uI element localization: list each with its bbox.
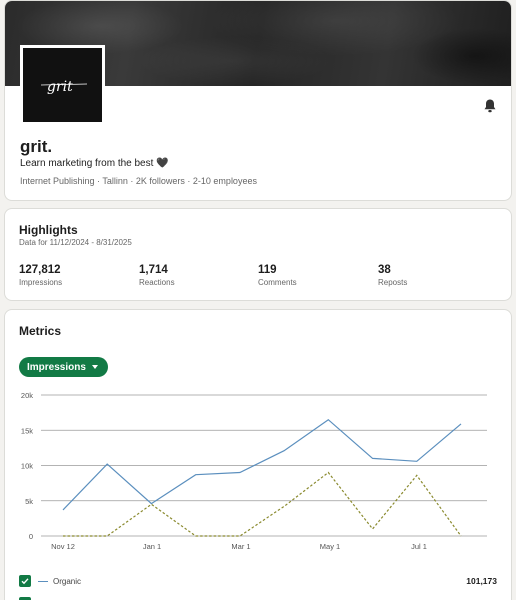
- legend-row-next: [19, 594, 497, 600]
- x-tick-label: Jan 1: [143, 542, 161, 551]
- impressions-line-chart: 0 5k 10k 15k 20k Nov 12 Jan 1 Mar 1 May 1 Jul 1: [21, 391, 487, 551]
- stat-label: Reposts: [378, 278, 408, 287]
- legend-row-organic: Organic 101,173: [19, 572, 497, 590]
- y-tick-label: 10k: [21, 462, 33, 471]
- company-profile-card: grit grit. Learn marketing from the best…: [4, 0, 512, 201]
- metrics-card: Metrics Impressions 0 5k 10k 15k 20k Nov 12 Ja…: [4, 309, 512, 600]
- company-logo[interactable]: grit: [20, 45, 105, 125]
- company-tagline: Learn marketing from the best 🖤: [20, 158, 169, 169]
- legend-total-organic: 101,173: [466, 576, 497, 586]
- x-tick-label: Mar 1: [231, 542, 250, 551]
- metric-dropdown[interactable]: Impressions: [19, 357, 108, 377]
- y-tick-label: 20k: [21, 391, 33, 400]
- metric-dropdown-label: Impressions: [27, 361, 86, 373]
- stat-comments: 119 Comments: [258, 264, 297, 287]
- stat-value: 38: [378, 264, 391, 276]
- checkbox-organic[interactable]: [19, 575, 31, 587]
- grit-wordmark: grit: [40, 79, 87, 95]
- company-meta: Internet Publishing · Tallinn · 2K follo…: [20, 176, 257, 186]
- metrics-title: Metrics: [19, 324, 62, 338]
- x-tick-label: May 1: [320, 542, 340, 551]
- legend-label-organic: Organic: [53, 576, 82, 586]
- stat-impressions: 127,812 Impressions: [19, 264, 62, 287]
- highlights-card: Highlights Data for 11/12/2024 - 8/31/20…: [4, 208, 512, 301]
- stat-reactions: 1,714 Reactions: [139, 264, 175, 287]
- highlights-date-range: Data for 11/12/2024 - 8/31/2025: [19, 238, 132, 247]
- stat-label: Reactions: [139, 278, 175, 287]
- y-tick-label: 5k: [25, 497, 33, 506]
- series-line-dashed: [63, 471, 462, 537]
- y-tick-label: 15k: [21, 426, 33, 435]
- legend-swatch-organic: [38, 580, 48, 582]
- stat-value: 127,812: [19, 264, 61, 276]
- logo-mark: grit: [23, 48, 102, 122]
- svg-text:grit: grit: [47, 79, 73, 95]
- x-tick-label: Jul 1: [411, 542, 427, 551]
- x-tick-label: Nov 12: [51, 542, 75, 551]
- stat-label: Impressions: [19, 278, 63, 287]
- stat-reposts: 38 Reposts: [378, 264, 407, 287]
- stat-value: 1,714: [139, 264, 168, 276]
- highlights-title: Highlights: [19, 223, 78, 237]
- y-tick-label: 0: [29, 532, 33, 541]
- series-line-organic: [62, 418, 462, 511]
- bell-icon[interactable]: [482, 98, 498, 114]
- caret-down-icon: [91, 365, 98, 369]
- stat-value: 119: [258, 264, 277, 276]
- checkmark-icon: [21, 578, 29, 585]
- stat-label: Comments: [258, 278, 297, 287]
- company-name: grit.: [20, 137, 53, 156]
